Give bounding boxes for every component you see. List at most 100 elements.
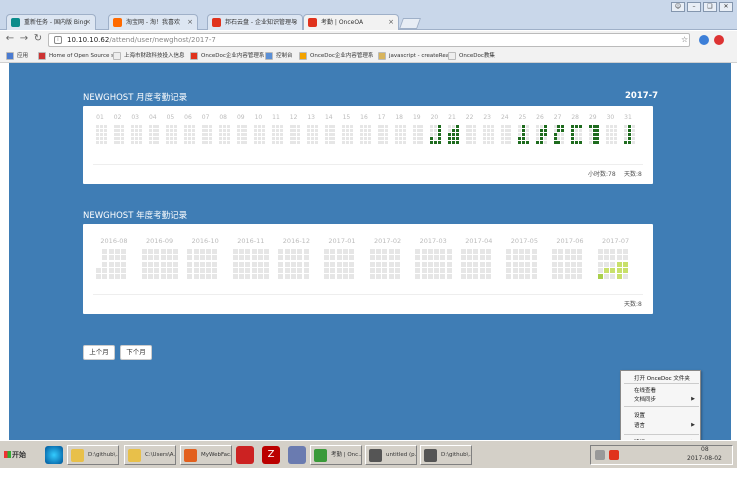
day-cell	[610, 274, 616, 280]
day-cell	[187, 249, 193, 254]
hour-cell	[254, 133, 258, 136]
day-cell	[369, 267, 375, 273]
tab-close-icon[interactable]: ×	[388, 18, 394, 26]
bookmark-star-icon[interactable]: ☆	[681, 35, 688, 44]
taskbar-button[interactable]: 考勤 | Onc...	[310, 445, 362, 465]
hour-cell	[627, 137, 631, 140]
day-cell	[394, 255, 400, 261]
hour-cell	[297, 133, 301, 136]
day-cell	[199, 249, 205, 254]
hour-cell	[381, 137, 385, 140]
bookmark-item[interactable]: Home of Open Source so	[38, 51, 117, 61]
ie-icon[interactable]	[45, 446, 63, 464]
hour-cell	[209, 141, 213, 144]
hour-cell	[350, 129, 353, 132]
adblock-extension-icon[interactable]	[714, 35, 724, 45]
menu-item[interactable]: 语言	[634, 421, 645, 429]
page-info-icon[interactable]: i	[54, 36, 62, 44]
hour-cell	[272, 129, 275, 132]
day-cell	[121, 267, 127, 273]
taskbar-button[interactable]: untitled (p...	[365, 445, 417, 465]
bookmark-icon	[6, 52, 14, 60]
day-cell	[564, 249, 570, 254]
hour-cell	[113, 137, 117, 140]
address-bar[interactable]: i 10.10.10.62/attend/user/newghost/2017-…	[48, 33, 690, 47]
hour-cell	[430, 133, 434, 136]
tab-close-icon[interactable]: ×	[187, 18, 193, 26]
bookmark-item[interactable]: OnceDoc教集	[448, 51, 495, 61]
hour-cell	[191, 129, 195, 132]
tab-3[interactable]: 邦石云盘 - 企业知识管理与 ×	[207, 14, 303, 30]
hour-cell	[367, 137, 371, 140]
back-button[interactable]: ←	[4, 33, 16, 45]
tab-1[interactable]: 重新任务 - 国内版 Bing ×	[6, 14, 96, 30]
bookmark-item[interactable]: 应用	[6, 51, 28, 61]
tab-4[interactable]: 考勤 | OnceOA ×	[303, 14, 399, 30]
filezilla-icon[interactable]: Z	[262, 446, 280, 464]
hour-cell	[187, 125, 191, 128]
hour-cell	[430, 129, 434, 132]
bookmark-item[interactable]: 控制台	[265, 51, 293, 61]
restore-button[interactable]: ❑	[703, 2, 717, 12]
month-label: 2016-08	[100, 237, 128, 245]
hour-cell	[289, 125, 293, 128]
taskbar-button[interactable]: D:\github\...	[67, 445, 119, 465]
bookmarks-bar: 应用 Home of Open Source so 上海市财政科技投入信息 OnceD…	[0, 49, 737, 63]
menu-item[interactable]: 打开 OnceDoc 文件夹	[634, 374, 690, 382]
close-window-button[interactable]: ✕	[719, 2, 733, 12]
hour-cell	[148, 133, 152, 136]
minimize-button[interactable]: –	[687, 2, 701, 12]
menu-item[interactable]: 设置	[634, 411, 645, 419]
day-cell	[121, 249, 127, 254]
taskbar-app-icon	[369, 449, 382, 462]
taskbar-button[interactable]: D:\github\...	[420, 445, 472, 465]
taskbar-button[interactable]: MyWebFac...	[180, 445, 232, 465]
app-icon-red[interactable]	[236, 446, 254, 464]
day-cell	[258, 267, 263, 273]
day-cell	[251, 261, 257, 267]
hour-cell	[324, 141, 328, 144]
tab-close-icon[interactable]: ×	[85, 18, 91, 26]
tray-icon[interactable]	[595, 450, 605, 460]
prev-month-button[interactable]: 上个月	[83, 345, 115, 360]
hour-cell	[553, 129, 557, 132]
hour-cell	[571, 129, 575, 132]
next-month-button[interactable]: 下个月	[120, 345, 152, 360]
day-cell	[519, 274, 524, 280]
day-cell	[486, 267, 491, 273]
day-cell	[570, 249, 576, 254]
day-cell	[479, 249, 485, 254]
bookmark-item[interactable]: javascript - createRead	[378, 51, 453, 61]
bookmark-item[interactable]: OnceDoc企业内容管理系	[299, 51, 373, 61]
menu-item[interactable]: 在线查看	[634, 386, 656, 394]
day-cell	[427, 267, 433, 273]
hour-cell	[469, 133, 473, 136]
hour-cell	[209, 129, 213, 132]
hour-cell	[184, 133, 187, 136]
day-cell	[102, 255, 108, 261]
tab-close-icon[interactable]: ×	[292, 18, 298, 26]
new-tab-button[interactable]	[398, 18, 422, 29]
hour-cell	[236, 133, 240, 136]
user-icon[interactable]: ☺	[671, 2, 685, 12]
tab-2[interactable]: 淘宝网 - 淘！我喜欢 ×	[108, 14, 198, 30]
day-label: 29	[588, 114, 597, 121]
bookmark-label: OnceDoc企业内容管理系	[201, 53, 265, 59]
forward-button[interactable]: →	[18, 33, 30, 45]
start-button[interactable]: 开始	[3, 446, 33, 464]
reload-button[interactable]: ↻	[32, 33, 44, 45]
bookmark-item[interactable]: 上海市财政科技投入信息	[113, 51, 185, 61]
bookmark-item[interactable]: OnceDoc企业内容管理系	[190, 51, 264, 61]
tab-label: 淘宝网 - 淘！我喜欢	[126, 19, 180, 26]
day-cell	[616, 255, 622, 261]
extension-icon[interactable]	[699, 35, 709, 45]
hour-cell	[578, 129, 582, 132]
menu-item[interactable]: 文档同步	[634, 395, 656, 403]
day-cell	[552, 249, 557, 254]
hour-cell	[367, 133, 371, 136]
network-icon[interactable]	[288, 446, 306, 464]
oncedoc-tray-icon[interactable]	[609, 450, 619, 460]
taskbar-button[interactable]: C:\Users\A...	[124, 445, 176, 465]
hour-cell	[451, 129, 455, 132]
day-cell	[369, 261, 375, 267]
